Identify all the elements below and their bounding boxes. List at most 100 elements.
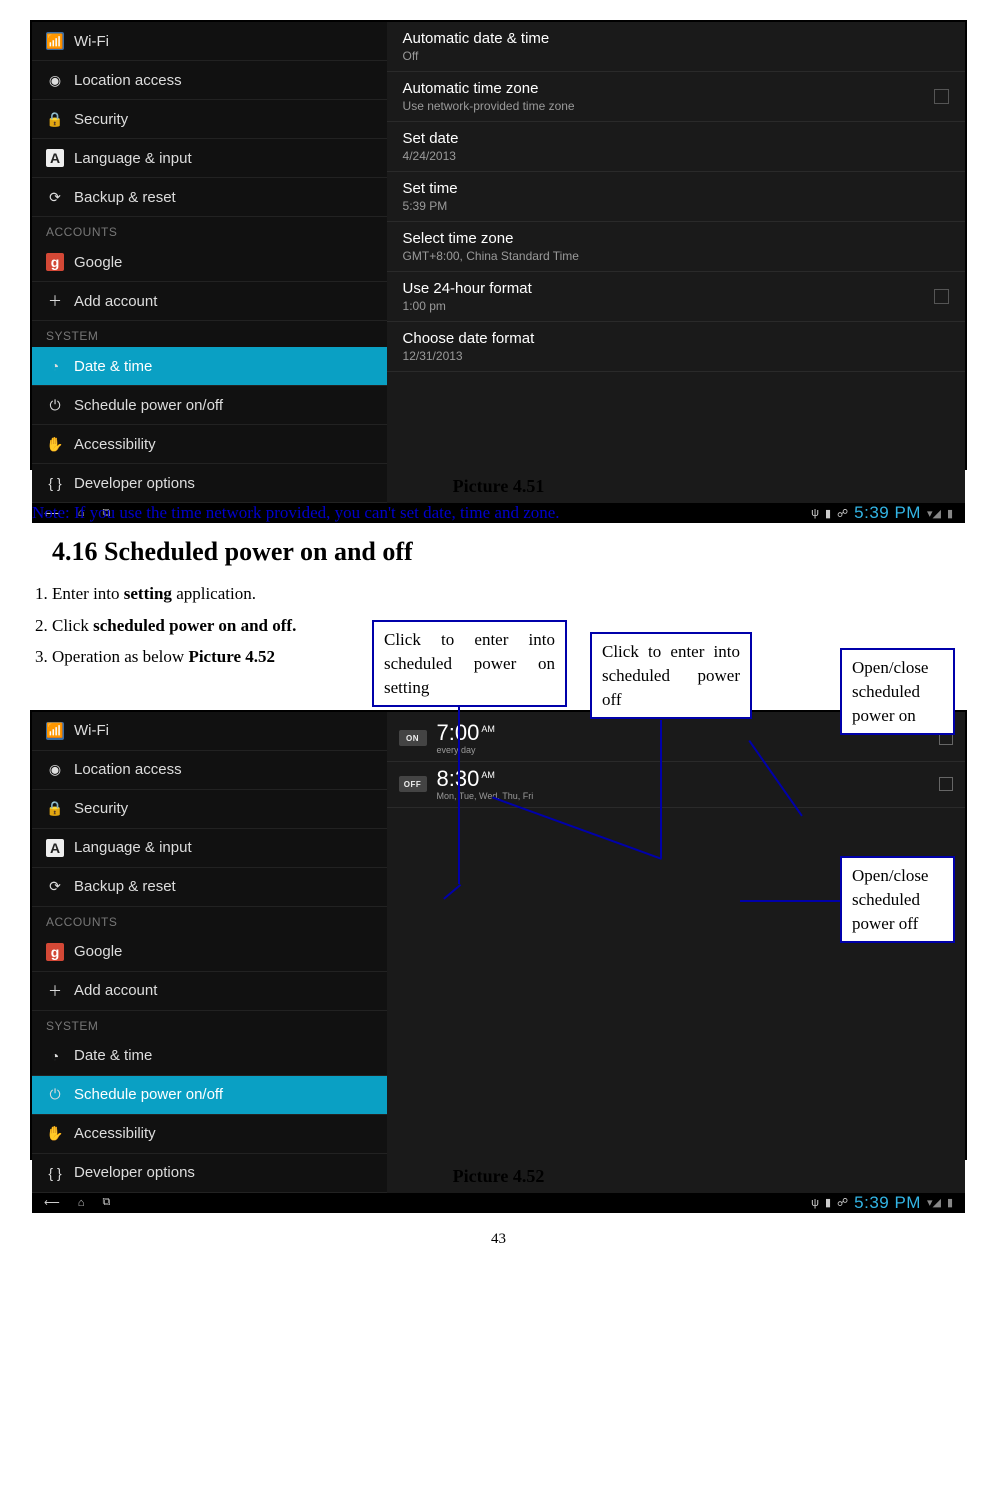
sidebar-item[interactable]: ⏻Schedule power on/off — [32, 1076, 387, 1115]
navbar-clock: 5:39 PM — [854, 1193, 921, 1213]
sidebar-item-label: Developer options — [74, 475, 195, 492]
sidebar-item[interactable]: { }Developer options — [32, 1154, 387, 1193]
g-icon: g — [46, 943, 64, 961]
sidebar-item-label: Date & time — [74, 358, 152, 375]
sidebar-item-label: Accessibility — [74, 436, 156, 453]
setting-row[interactable]: Use 24-hour format 1:00 pm — [387, 272, 965, 322]
sidebar-item-label: Google — [74, 254, 122, 271]
sidebar-item-label: Location access — [74, 761, 182, 778]
sidebar-item-label: Developer options — [74, 1164, 195, 1181]
sidebar-item[interactable]: 📶Wi-Fi — [32, 22, 387, 61]
setting-title: Set date — [403, 130, 459, 147]
power-icon: ⏻ — [46, 396, 64, 414]
sidebar-item-label: Accessibility — [74, 1125, 156, 1142]
clock-icon: ◔ — [46, 357, 64, 375]
settings-sidebar: 📶Wi-Fi◉Location access🔒SecurityALanguage… — [32, 22, 387, 503]
checkbox[interactable] — [934, 89, 949, 104]
wifi-icon: ▾◢ — [927, 507, 941, 520]
setting-row[interactable]: Set time 5:39 PM — [387, 172, 965, 222]
sidebar-item-label: Security — [74, 800, 128, 817]
sidebar-item-label: Add account — [74, 293, 157, 310]
sidebar-item[interactable]: ＋Add account — [32, 282, 387, 321]
sidebar-item[interactable]: ⟳Backup & reset — [32, 178, 387, 217]
sidebar-item[interactable]: ALanguage & input — [32, 139, 387, 178]
setting-title: Use 24-hour format — [403, 280, 532, 297]
sidebar-item[interactable]: 🔒 Security — [32, 790, 387, 829]
sidebar-item-label: Backup & reset — [74, 189, 176, 206]
android-icon: ☍ — [837, 507, 848, 520]
sidebar-item-label: Wi-Fi — [74, 722, 109, 739]
schedule-days: every day — [437, 745, 495, 755]
android-icon: ☍ — [837, 1196, 848, 1209]
setting-title: Select time zone — [403, 230, 579, 247]
setting-subtitle: Off — [403, 49, 550, 63]
sidebar-item[interactable]: ✋Accessibility — [32, 425, 387, 464]
schedule-time: 8:30AM — [437, 768, 534, 790]
sidebar-item[interactable]: g Google — [32, 243, 387, 282]
checkbox[interactable] — [934, 289, 949, 304]
wifi-icon: 📶 — [46, 32, 64, 50]
setting-subtitle: 5:39 PM — [403, 199, 458, 213]
sidebar-item[interactable]: { } Developer options — [32, 464, 387, 503]
sidebar-item-label: Google — [74, 943, 122, 960]
setting-subtitle: 12/31/2013 — [403, 349, 535, 363]
g-icon: g — [46, 253, 64, 271]
sidebar-item[interactable]: ◉ Location access — [32, 751, 387, 790]
sidebar-item[interactable]: ✋ Accessibility — [32, 1115, 387, 1154]
callout-power-on-setting: Click to enter into scheduled power on s… — [372, 620, 567, 707]
A-icon: A — [46, 839, 64, 857]
schedule-days: Mon, Tue, Wed, Thu, Fri — [437, 791, 534, 801]
step-item: Enter into setting application. — [52, 581, 967, 607]
home-icon[interactable]: ⌂ — [78, 1197, 85, 1209]
setting-title: Automatic time zone — [403, 80, 575, 97]
leader-line — [660, 720, 662, 858]
page-number: 43 — [30, 1231, 967, 1248]
setting-row[interactable]: Choose date format12/31/2013 — [387, 322, 965, 372]
sidebar-item[interactable]: ⟳ Backup & reset — [32, 868, 387, 907]
leader-line — [458, 706, 460, 884]
sidebar-item[interactable]: ◔ Date & time — [32, 347, 387, 386]
backup-icon: ⟳ — [46, 878, 64, 896]
sidebar-item[interactable]: ⏻Schedule power on/off — [32, 386, 387, 425]
callout-toggle-off: Open/close scheduled power off — [840, 856, 955, 943]
braces-icon: { } — [46, 474, 64, 492]
setting-subtitle: GMT+8:00, China Standard Time — [403, 249, 579, 263]
setting-title: Set time — [403, 180, 458, 197]
onoff-badge: ON — [399, 730, 427, 746]
setting-title: Automatic date & time — [403, 30, 550, 47]
sidebar-item-label: Location access — [74, 72, 182, 89]
sidebar-item-label: Backup & reset — [74, 878, 176, 895]
sidebar-item[interactable]: g Google — [32, 933, 387, 972]
wifi-icon: ▾◢ — [927, 1196, 941, 1209]
battery-icon: ▮ — [947, 1196, 953, 1209]
setting-row[interactable]: Automatic time zone Use network-provided … — [387, 72, 965, 122]
loc-icon: ◉ — [46, 761, 64, 779]
setting-subtitle: 4/24/2013 — [403, 149, 459, 163]
screenshot-451: 📶Wi-Fi◉Location access🔒SecurityALanguage… — [30, 20, 967, 470]
sidebar-item-label: Schedule power on/off — [74, 1086, 223, 1103]
sidebar-item[interactable]: ◔Date & time — [32, 1037, 387, 1076]
sidebar-item[interactable]: 🔒Security — [32, 100, 387, 139]
sidebar-header: SYSTEM — [32, 1011, 387, 1037]
settings-sidebar: 📶Wi-Fi ◉ Location access 🔒 Security ALanguage… — [32, 712, 387, 1193]
battery-icon: ▮ — [947, 507, 953, 520]
callout-power-off-setting: Click to enter into scheduled power off — [590, 632, 752, 719]
setting-row[interactable]: Set date 4/24/2013 — [387, 122, 965, 172]
hand-icon: ✋ — [46, 1125, 64, 1143]
setting-row[interactable]: Select time zone GMT+8:00, China Standard… — [387, 222, 965, 272]
setting-subtitle: Use network-provided time zone — [403, 99, 575, 113]
schedule-row[interactable]: OFF 8:30AM Mon, Tue, Wed, Thu, Fri — [387, 762, 965, 808]
back-icon[interactable]: ⟵ — [44, 1196, 60, 1209]
sidebar-item[interactable]: 📶Wi-Fi — [32, 712, 387, 751]
checkbox[interactable] — [939, 777, 953, 791]
sidebar-item[interactable]: ＋Add account — [32, 972, 387, 1011]
setting-subtitle: 1:00 pm — [403, 299, 532, 313]
page-root: 📶Wi-Fi◉Location access🔒SecurityALanguage… — [0, 0, 997, 1288]
A-icon: A — [46, 149, 64, 167]
lock-icon: 🔒 — [46, 800, 64, 818]
sidebar-item[interactable]: ALanguage & input — [32, 829, 387, 868]
setting-row[interactable]: Automatic date & time Off — [387, 22, 965, 72]
screenshot-body: 📶Wi-Fi◉Location access🔒SecurityALanguage… — [32, 22, 965, 503]
sidebar-item[interactable]: ◉Location access — [32, 61, 387, 100]
recent-icon[interactable]: ⧉ — [102, 1196, 110, 1209]
